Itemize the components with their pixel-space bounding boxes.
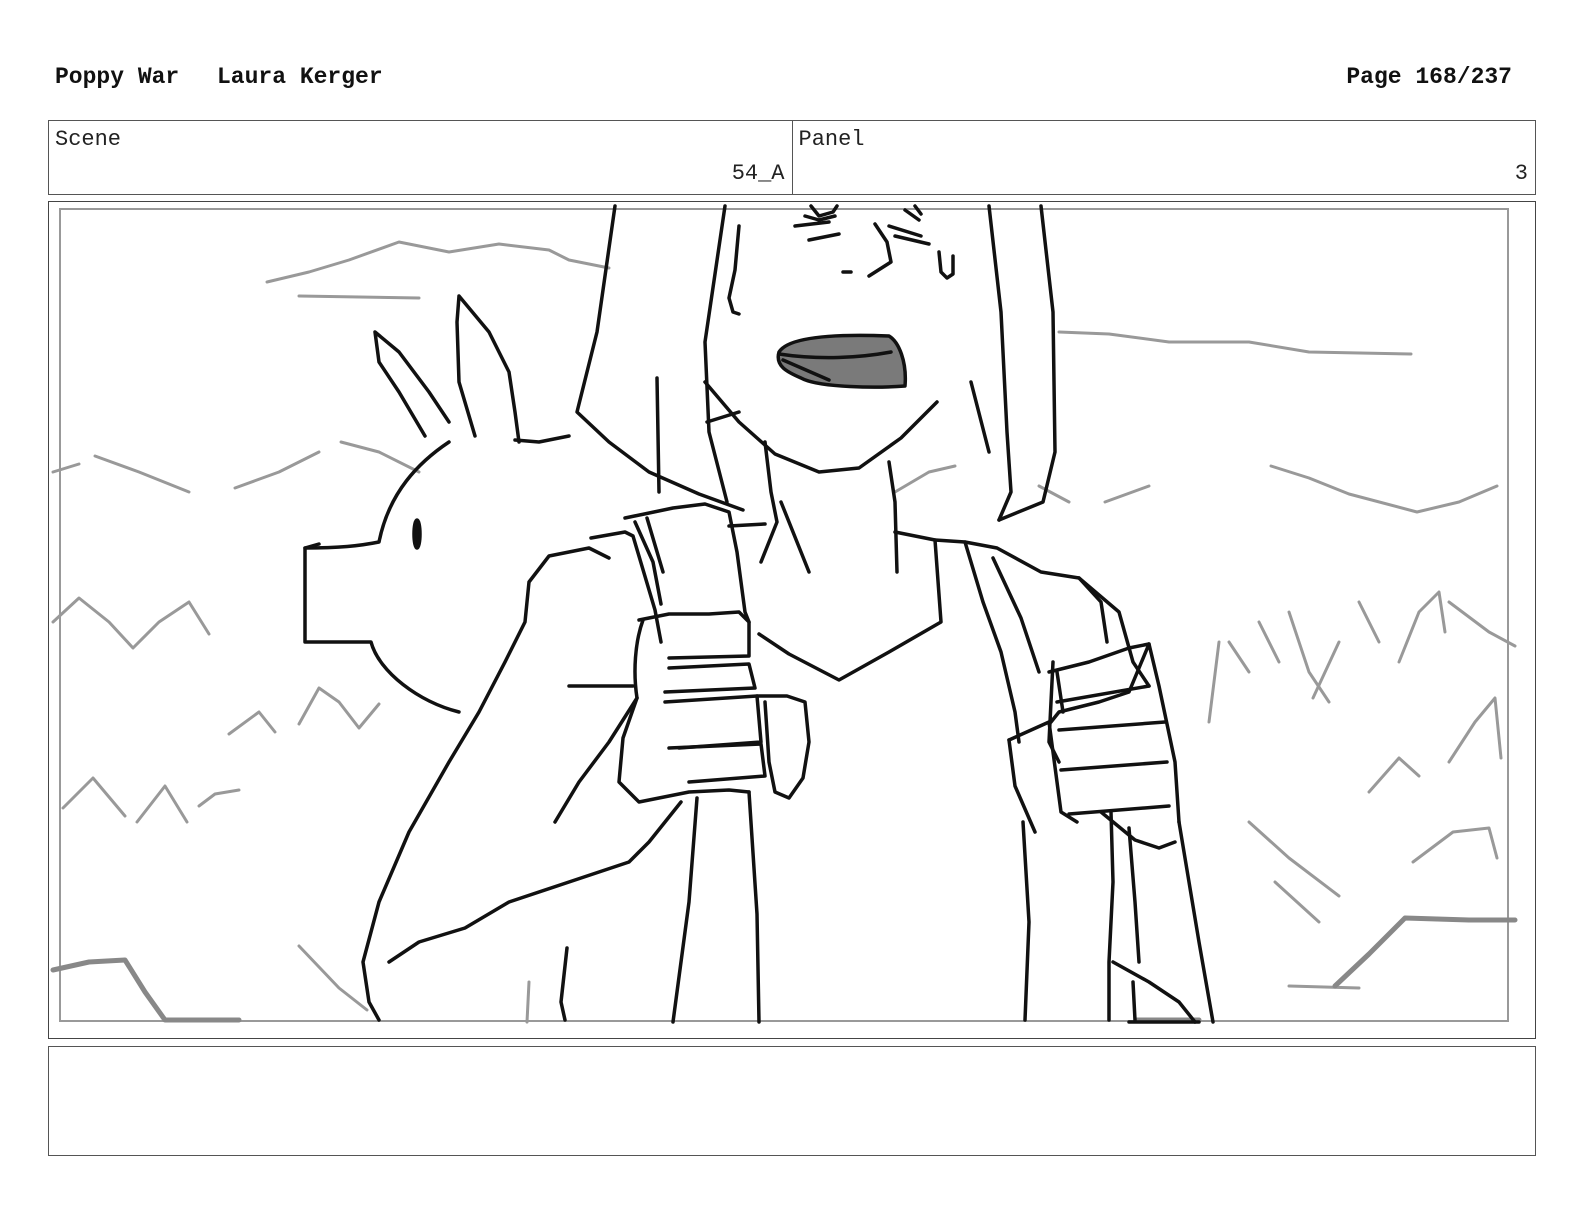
panel-label: Panel [798, 127, 865, 152]
project-title: Poppy War [55, 64, 180, 90]
foreground-rocks [50, 915, 1518, 1023]
panel-value: 3 [1514, 161, 1528, 186]
scene-value: 54_A [731, 161, 785, 186]
panel-cell: Panel 3 [791, 121, 1536, 194]
character-linework [303, 204, 1215, 1024]
storyboard-panel [48, 201, 1536, 1039]
page-number: Page 168/237 [1346, 64, 1512, 90]
pig-head [303, 440, 461, 714]
page-header: Poppy War Laura Kerger Page 168/237 [55, 64, 1512, 96]
notes-box [48, 1046, 1536, 1156]
scene-panel-info: Scene 54_A Panel 3 [48, 120, 1536, 195]
pig-ear-left [373, 330, 451, 438]
pig-eye [412, 518, 422, 550]
scene-label: Scene [55, 127, 122, 152]
storyboard-drawing [50, 204, 1518, 1024]
author-name: Laura Kerger [217, 64, 383, 90]
pig-ear-right [455, 294, 521, 444]
scene-cell: Scene 54_A [49, 121, 792, 194]
